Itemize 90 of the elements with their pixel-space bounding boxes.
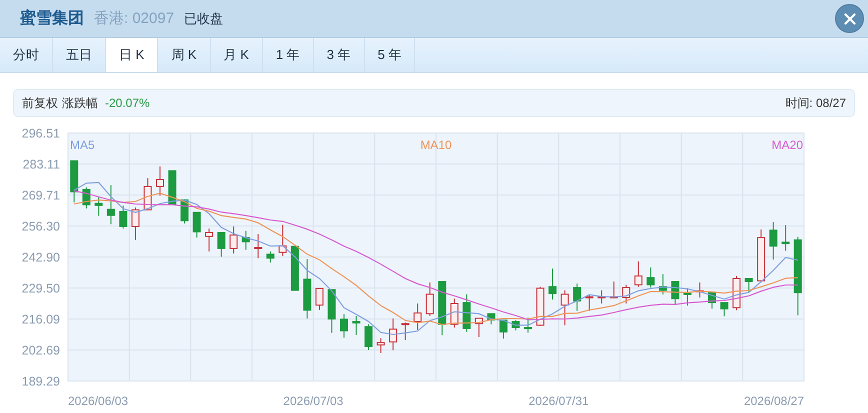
- candlestick: [389, 318, 398, 351]
- candlestick: [352, 315, 360, 336]
- candlestick: [585, 294, 594, 312]
- candlestick: [376, 338, 385, 354]
- y-axis-label: 269.71: [22, 188, 60, 202]
- candlestick: [242, 230, 250, 250]
- candlestick: [732, 275, 741, 311]
- candlestick: [499, 320, 508, 340]
- candlestick: [573, 283, 582, 312]
- period-tab[interactable]: 3 年: [314, 38, 365, 72]
- close-icon: [844, 12, 856, 24]
- candlestick: [622, 284, 630, 304]
- x-axis-label: 2026/07/31: [528, 394, 589, 407]
- period-tab[interactable]: 周 K: [158, 38, 211, 72]
- legend-label: MA5: [70, 138, 95, 152]
- change-label: 涨跌幅: [62, 94, 98, 112]
- candlestick: [512, 320, 520, 331]
- candlestick: [119, 205, 128, 230]
- change-value: -20.07%: [105, 96, 150, 110]
- y-axis-label: 256.30: [22, 220, 60, 234]
- candlestick: [82, 186, 90, 209]
- y-axis-label: 296.51: [22, 126, 60, 140]
- period-tab[interactable]: 日 K: [106, 38, 158, 72]
- period-tab[interactable]: 分时: [0, 38, 53, 72]
- legend-label: MA10: [420, 138, 452, 152]
- candlestick: [156, 166, 164, 196]
- candlestick: [340, 314, 348, 338]
- candlestick: [266, 250, 274, 264]
- period-tab[interactable]: 1 年: [262, 38, 314, 72]
- candlestick: [70, 160, 78, 203]
- x-axis-label: 2026/08/27: [744, 394, 804, 407]
- candlestick: [205, 228, 214, 252]
- candlestick: [474, 318, 483, 338]
- legend-label: MA20: [772, 138, 803, 152]
- candlestick: [217, 232, 226, 258]
- period-tab[interactable]: 月 K: [210, 38, 263, 72]
- candlestick: [303, 258, 312, 320]
- candlestick: [438, 281, 446, 336]
- candlestick: [560, 290, 569, 326]
- candlestick: [168, 170, 176, 205]
- candlestick: [598, 290, 606, 304]
- candlestick: [683, 288, 692, 306]
- y-axis-label: 242.90: [22, 250, 60, 264]
- y-axis-label: 229.50: [22, 282, 60, 296]
- candlestick: [230, 226, 238, 254]
- candlestick: [610, 281, 618, 299]
- close-button[interactable]: [835, 4, 864, 33]
- x-axis-label: 2026/06/03: [68, 394, 128, 407]
- time-label: 时间: 08/27: [785, 94, 846, 112]
- candlestick: [131, 207, 140, 240]
- candlestick: [696, 282, 704, 298]
- market-code: 香港: 02097: [94, 9, 174, 28]
- candlestick: [524, 317, 532, 334]
- candlestick: [646, 266, 655, 288]
- period-tab[interactable]: 5 年: [364, 38, 416, 72]
- candlestick: [487, 313, 496, 325]
- candlestick: [414, 303, 422, 330]
- candlestick: [106, 184, 115, 225]
- candlestick: [94, 196, 103, 216]
- candlestick: [769, 222, 778, 260]
- candlestick: [634, 260, 642, 288]
- candlestick: [328, 289, 336, 334]
- candlestick: [254, 234, 262, 259]
- candlestick: [426, 282, 434, 316]
- market-status: 已收盘: [184, 10, 224, 28]
- adjustment-label: 前复权: [22, 94, 58, 112]
- y-axis-label: 189.29: [22, 374, 60, 388]
- y-axis-label: 283.11: [22, 158, 60, 172]
- y-axis-label: 202.69: [22, 344, 60, 358]
- candlestick: [658, 274, 667, 295]
- candlestick: [364, 324, 373, 350]
- candlestick: [720, 302, 728, 317]
- stock-name: 蜜雪集团: [20, 8, 84, 29]
- candlestick: [708, 292, 716, 310]
- candlestick: [290, 246, 299, 291]
- candlestick: [278, 224, 287, 256]
- candlestick: [401, 322, 410, 341]
- candlestick: [144, 178, 152, 210]
- candlestick: [462, 294, 471, 332]
- candlestick: [315, 288, 324, 310]
- y-axis-label: 216.09: [22, 312, 60, 326]
- candlestick: [192, 212, 201, 238]
- candlestick: [536, 286, 544, 326]
- x-axis-label: 2026/07/03: [283, 394, 344, 407]
- candlestick: [757, 228, 766, 283]
- candlestick: [548, 268, 557, 300]
- candlestick: [782, 224, 790, 252]
- candlestick: [450, 298, 458, 328]
- candlestick: [744, 278, 753, 292]
- candlestick: [671, 281, 680, 306]
